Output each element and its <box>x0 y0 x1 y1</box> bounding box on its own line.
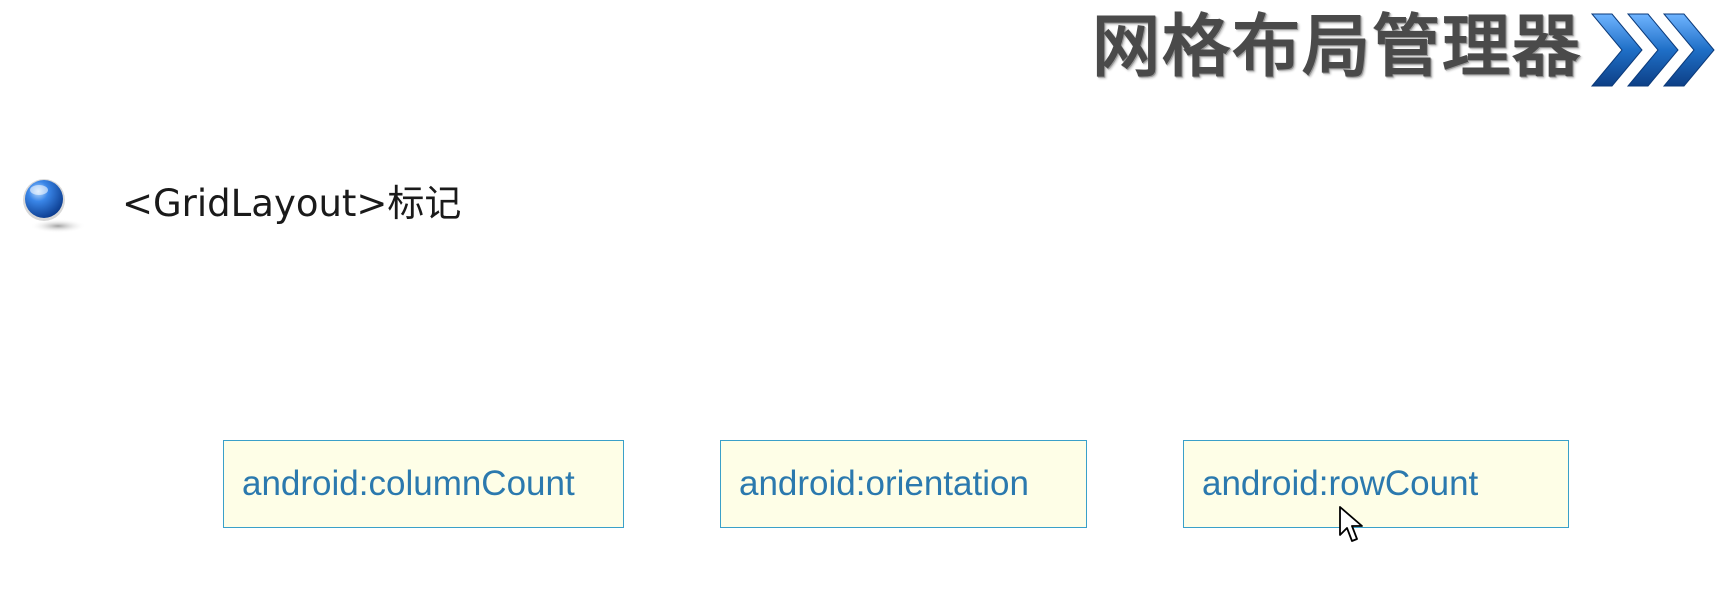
attribute-label: android:orientation <box>739 464 1029 503</box>
attribute-box-orientation: android:orientation <box>720 440 1087 528</box>
slide-title: 网格布局管理器 <box>1092 8 1582 88</box>
attribute-label: android:rowCount <box>1202 464 1479 503</box>
attribute-box-columncount: android:columnCount <box>223 440 624 528</box>
triple-chevron-right-icon <box>1590 13 1715 87</box>
bullet-item: <GridLayout>标记 <box>20 172 461 234</box>
mouse-pointer-icon <box>1339 506 1363 542</box>
blue-sphere-bullet-icon <box>23 179 86 233</box>
slide-title-text: 网格布局管理器 <box>1092 8 1583 87</box>
attribute-box-rowcount: android:rowCount <box>1183 440 1569 528</box>
slide-canvas: 网格布局管理器 <GridLayout>标记 android:columnCou… <box>0 0 1731 612</box>
attribute-label: android:columnCount <box>242 464 575 503</box>
bullet-text: <GridLayout>标记 <box>122 181 462 225</box>
